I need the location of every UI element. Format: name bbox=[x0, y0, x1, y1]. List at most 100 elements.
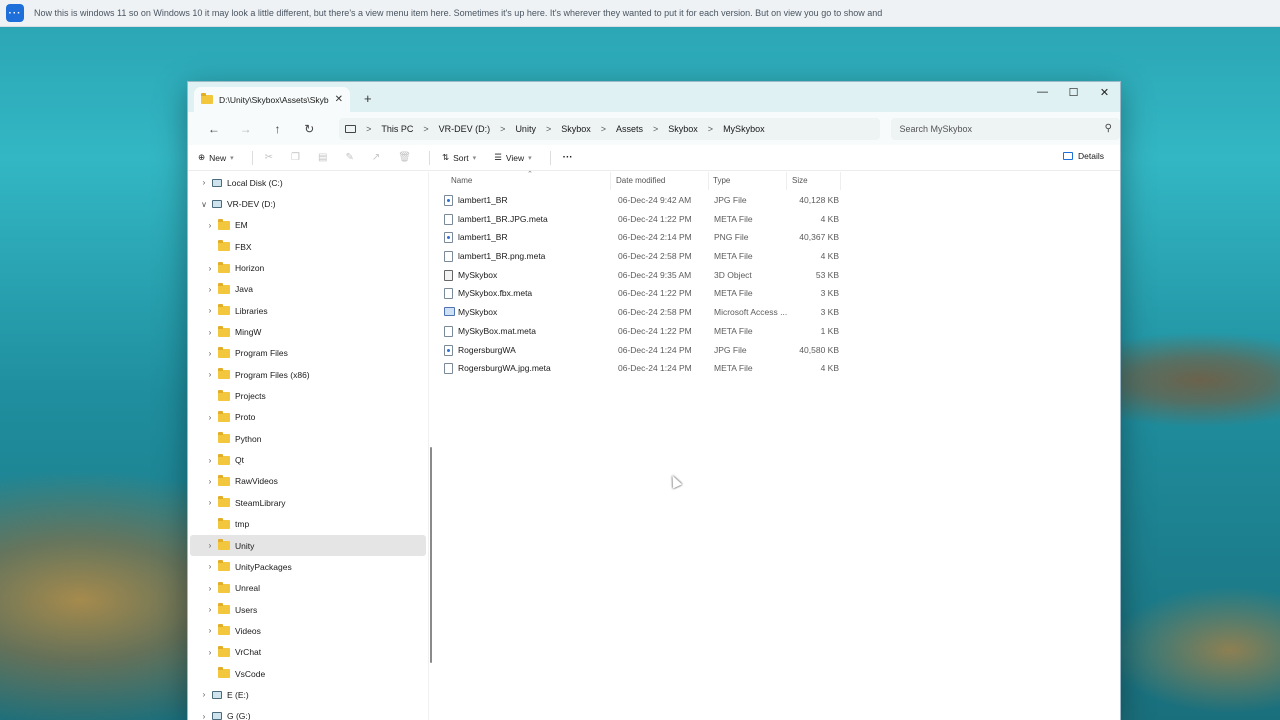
up-button[interactable]: ↑ bbox=[262, 122, 294, 136]
maximize-button[interactable]: ☐ bbox=[1058, 82, 1089, 102]
column-header-name[interactable]: Name bbox=[451, 176, 472, 185]
close-button[interactable]: ✕ bbox=[1089, 82, 1120, 102]
explorer-tab[interactable]: D:\Unity\Skybox\Assets\Skybox ✕ bbox=[194, 87, 350, 112]
chevron-right-icon[interactable]: › bbox=[202, 477, 218, 486]
file-row[interactable]: MySkybox.fbx.meta 06-Dec-24 1:22 PM META F… bbox=[429, 284, 1120, 303]
file-row[interactable]: MySkyBox.mat.meta 06-Dec-24 1:22 PM META F… bbox=[429, 322, 1120, 341]
chevron-right-icon[interactable]: › bbox=[202, 584, 218, 593]
breadcrumb-skybox[interactable]: Skybox bbox=[561, 124, 591, 134]
tree-item[interactable]: VsCode bbox=[188, 663, 428, 684]
breadcrumb-unity[interactable]: Unity bbox=[515, 124, 536, 134]
file-date: 06-Dec-24 2:58 PM bbox=[618, 251, 692, 262]
file-row[interactable]: RogersburgWA.jpg.meta 06-Dec-24 1:24 PM ME… bbox=[429, 359, 1120, 378]
tree-item[interactable]: ∨ VR-DEV (D:) bbox=[188, 193, 428, 214]
file-row[interactable]: lambert1_BR.JPG.meta 06-Dec-24 1:22 PM MET… bbox=[429, 210, 1120, 229]
column-divider[interactable] bbox=[708, 172, 709, 190]
tree-item[interactable]: Projects bbox=[188, 385, 428, 406]
chevron-right-icon[interactable]: › bbox=[202, 413, 218, 422]
chevron-right-icon[interactable]: › bbox=[202, 285, 218, 294]
tree-item[interactable]: › Java bbox=[188, 279, 428, 300]
column-header-size[interactable]: Size bbox=[792, 176, 808, 185]
breadcrumb-this-pc[interactable]: This PC bbox=[381, 124, 413, 134]
sort-button[interactable]: ⇅ Sort ▾ bbox=[442, 152, 476, 163]
chevron-right-icon[interactable]: › bbox=[196, 178, 212, 187]
tree-item[interactable]: › MingW bbox=[188, 321, 428, 342]
breadcrumb-skybox-2[interactable]: Skybox bbox=[668, 124, 698, 134]
file-row[interactable]: MySkybox 06-Dec-24 9:35 AM 3D Object 53 KB bbox=[429, 266, 1120, 285]
column-divider[interactable] bbox=[610, 172, 611, 190]
file-row[interactable]: MySkybox 06-Dec-24 2:58 PM Microsoft Acces… bbox=[429, 303, 1120, 322]
breadcrumb-myskybox[interactable]: MySkybox bbox=[723, 124, 765, 134]
new-button[interactable]: ⊕ New ▾ bbox=[198, 152, 234, 163]
file-row[interactable]: RogersburgWA 06-Dec-24 1:24 PM JPG File 40,… bbox=[429, 341, 1120, 360]
view-button[interactable]: ☰ View ▾ bbox=[494, 152, 531, 163]
tree-item[interactable]: › EM bbox=[188, 215, 428, 236]
tree-item[interactable]: › RawVideos bbox=[188, 471, 428, 492]
caption-bar: ··· Now this is windows 11 so on Windows… bbox=[0, 0, 1280, 27]
tree-item[interactable]: › Libraries bbox=[188, 300, 428, 321]
rename-icon[interactable]: ✎ bbox=[345, 152, 353, 163]
navigation-pane: › Local Disk (C:) ∨ VR-DEV (D:) › EM FBX › Horiz… bbox=[188, 172, 432, 720]
tree-item[interactable]: › Unity bbox=[190, 534, 426, 557]
chevron-right-icon[interactable]: › bbox=[202, 562, 218, 571]
more-options-button[interactable]: ··· bbox=[563, 152, 573, 163]
tree-item[interactable]: › VrChat bbox=[188, 642, 428, 663]
tree-item[interactable]: › G (G:) bbox=[188, 706, 428, 720]
new-tab-button[interactable]: + bbox=[364, 91, 372, 106]
column-header-date[interactable]: Date modified bbox=[616, 176, 665, 185]
column-divider[interactable] bbox=[840, 172, 841, 190]
tree-item[interactable]: › Users bbox=[188, 599, 428, 620]
chevron-right-icon[interactable]: › bbox=[196, 690, 212, 699]
chevron-right-icon[interactable]: › bbox=[196, 712, 212, 720]
breadcrumb-assets[interactable]: Assets bbox=[616, 124, 643, 134]
file-row[interactable]: lambert1_BR 06-Dec-24 2:14 PM PNG File 40,3… bbox=[429, 228, 1120, 247]
back-button[interactable]: ← bbox=[198, 122, 230, 136]
share-icon[interactable]: ↗ bbox=[372, 152, 380, 163]
tree-item[interactable]: › Program Files bbox=[188, 343, 428, 364]
tree-item[interactable]: › Videos bbox=[188, 620, 428, 641]
tree-item[interactable]: › E (E:) bbox=[188, 684, 428, 705]
delete-icon[interactable]: 🗑 bbox=[398, 152, 411, 163]
chevron-right-icon[interactable]: › bbox=[202, 541, 218, 550]
tree-item-label: Unity bbox=[235, 540, 255, 551]
tree-item[interactable]: › SteamLibrary bbox=[188, 492, 428, 513]
cut-icon[interactable]: ✂ bbox=[265, 152, 273, 163]
tree-item[interactable]: › Local Disk (C:) bbox=[188, 172, 428, 193]
file-row[interactable]: lambert1_BR 06-Dec-24 9:42 AM JPG File 40,1… bbox=[429, 191, 1120, 210]
tree-item[interactable]: FBX bbox=[188, 236, 428, 257]
file-row[interactable]: lambert1_BR.png.meta 06-Dec-24 2:58 PM MET… bbox=[429, 247, 1120, 266]
tree-item[interactable]: › Qt bbox=[188, 449, 428, 470]
address-bar[interactable]: > This PC > VR-DEV (D:) > Unity > Skybox… bbox=[339, 117, 881, 140]
column-header-type[interactable]: Type bbox=[713, 176, 730, 185]
chevron-right-icon[interactable]: › bbox=[202, 349, 218, 358]
tree-item[interactable]: › Proto bbox=[188, 407, 428, 428]
tree-item[interactable]: › UnityPackages bbox=[188, 556, 428, 577]
minimize-button[interactable]: — bbox=[1027, 82, 1058, 102]
breadcrumb-vr-dev[interactable]: VR-DEV (D:) bbox=[439, 124, 491, 134]
chevron-right-icon[interactable]: › bbox=[202, 498, 218, 507]
tab-close-icon[interactable]: ✕ bbox=[335, 94, 343, 105]
chevron-right-icon[interactable]: › bbox=[202, 456, 218, 465]
chevron-right-icon[interactable]: › bbox=[202, 626, 218, 635]
tree-item[interactable]: › Unreal bbox=[188, 578, 428, 599]
chevron-right-icon[interactable]: › bbox=[202, 648, 218, 657]
chevron-right-icon[interactable]: › bbox=[202, 605, 218, 614]
search-input[interactable]: Search MySkybox ⚲ bbox=[891, 117, 1120, 140]
chevron-right-icon[interactable]: › bbox=[202, 328, 218, 337]
forward-button[interactable]: → bbox=[230, 122, 262, 136]
tree-item[interactable]: tmp bbox=[188, 514, 428, 535]
details-pane-button[interactable]: Details bbox=[1063, 151, 1104, 161]
paste-icon[interactable]: ▤ bbox=[318, 152, 327, 163]
tree-item[interactable]: Python bbox=[188, 428, 428, 449]
column-divider[interactable] bbox=[786, 172, 787, 190]
chevron-right-icon[interactable]: › bbox=[202, 221, 218, 230]
copy-icon[interactable]: ❐ bbox=[291, 152, 300, 163]
tree-item[interactable]: › Program Files (x86) bbox=[188, 364, 428, 385]
refresh-button[interactable]: ↻ bbox=[293, 122, 325, 136]
chevron-down-icon[interactable]: ∨ bbox=[196, 200, 212, 209]
chevron-right-icon[interactable]: › bbox=[202, 370, 218, 379]
caption-menu-button[interactable]: ··· bbox=[6, 4, 24, 22]
tree-item[interactable]: › Horizon bbox=[188, 257, 428, 278]
chevron-right-icon[interactable]: › bbox=[202, 306, 218, 315]
chevron-right-icon[interactable]: › bbox=[202, 264, 218, 273]
